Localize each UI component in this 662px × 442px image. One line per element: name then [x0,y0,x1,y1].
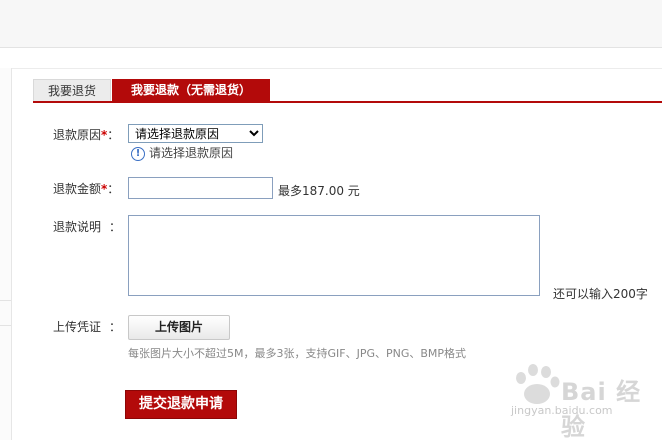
baidu-jingyan-watermark: Bai 经验 jingyan.baidu.com [497,362,657,441]
left-sidebar-edge [0,68,12,440]
note-label-row: 退款说明 ： [53,218,121,235]
reason-hint-text: 请选择退款原因 [149,146,234,160]
reason-label: 退款原因 [53,128,102,142]
remaining-chars-text: 还可以输入200字 [553,287,648,301]
colon: ： [107,128,120,142]
colon: ： [109,320,122,334]
tab-refund-only[interactable]: 我要退款（无需退货） [112,79,270,101]
refund-reason-select[interactable]: 请选择退款原因 [128,124,263,143]
amount-label-row: 退款金额*： [53,180,119,197]
amount-label: 退款金额 [53,182,102,196]
upload-label-row: 上传凭证 ： [53,318,121,335]
colon: ： [109,220,122,234]
reason-hint: ! 请选择退款原因 [131,145,233,161]
reason-label-row: 退款原因*： [53,126,119,143]
upload-tip-text: 每张图片大小不超过5M，最多3张，支持GIF、JPG、PNG、BMP格式 [128,347,467,360]
paw-logo-icon [516,364,560,404]
refund-description-textarea[interactable] [128,215,540,296]
upload-image-button[interactable]: 上传图片 [128,315,230,340]
watermark-url: jingyan.baidu.com [511,404,613,417]
info-icon: ! [131,146,145,161]
sidebar-divider [0,300,11,326]
colon: ： [107,182,120,196]
tab-return-goods[interactable]: 我要退货 [33,79,111,101]
note-label: 退款说明 [53,220,102,234]
upload-label: 上传凭证 [53,320,102,334]
divider [0,68,662,69]
max-amount-text: 最多187.00 元 [278,184,360,198]
refund-amount-input[interactable] [128,177,273,199]
refund-tabs: 我要退货 我要退款（无需退货） [33,79,662,103]
top-header-bar [0,0,662,48]
submit-refund-button[interactable]: 提交退款申请 [125,390,237,419]
